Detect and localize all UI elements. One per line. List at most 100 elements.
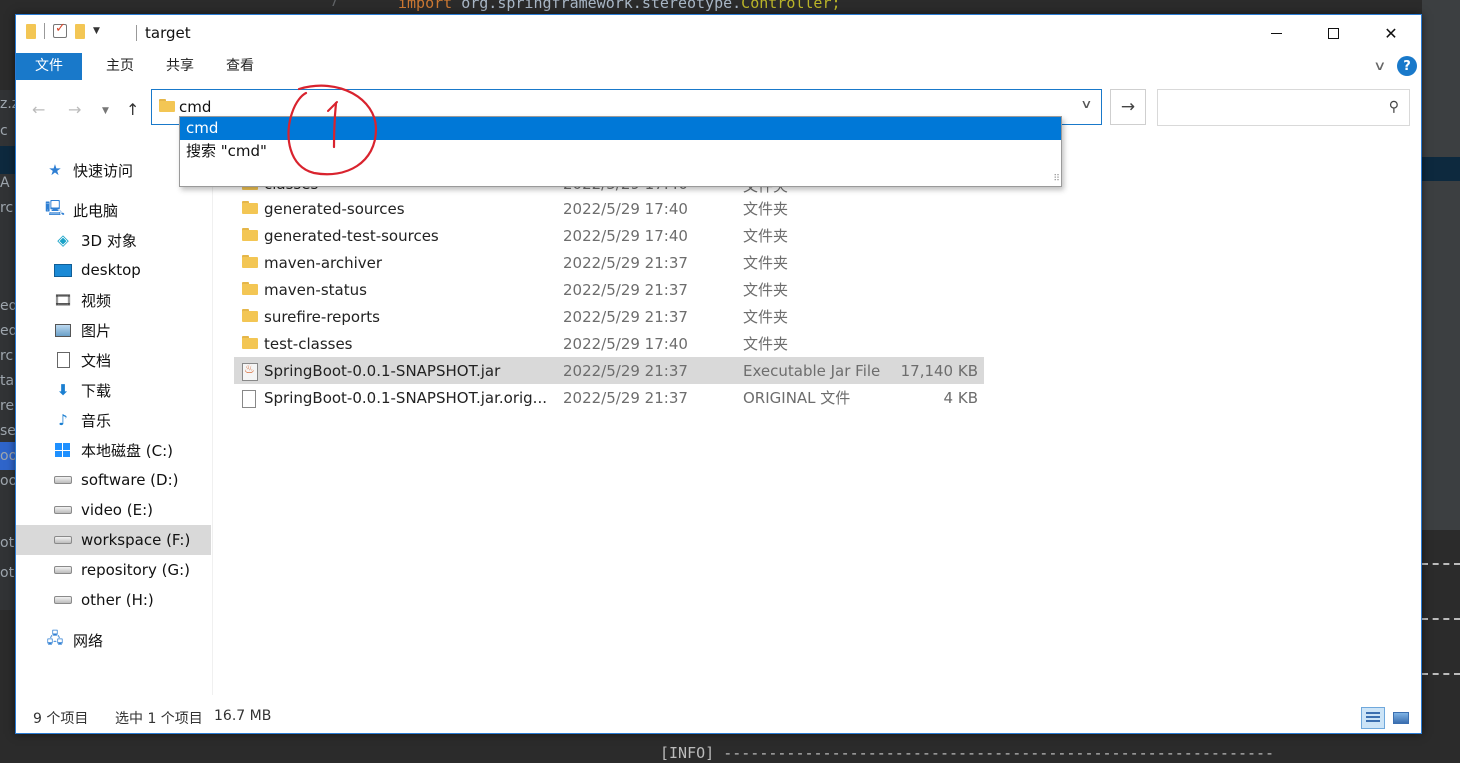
sidebar-item-drive-g[interactable]: repository (G:) [54, 555, 249, 585]
file-type: 文件夹 [743, 281, 789, 299]
sidebar-item-music[interactable]: ♪ 音乐 [54, 405, 249, 435]
sidebar-item-label: workspace (F:) [81, 531, 191, 549]
selected-size: 16.7 MB [214, 708, 272, 724]
ide-project-panel: z.z c A rc ed ed rc ta re se oo oo ot ot [0, 90, 19, 610]
file-date: 2022/5/29 17:40 [563, 199, 688, 218]
ide-code-line: 7 import org.springframework.stereotype.… [300, 0, 1180, 14]
details-view-button[interactable] [1361, 707, 1385, 729]
sidebar-item-documents[interactable]: 文档 [54, 345, 249, 375]
code-keyword: import [398, 0, 453, 12]
sidebar-item-3d-objects[interactable]: ◈ 3D 对象 [54, 225, 249, 255]
drive-icon [54, 472, 72, 488]
search-icon: ⚲ [1388, 99, 1399, 115]
search-input[interactable]: ⚲ [1157, 89, 1410, 126]
sidebar-item-drive-c[interactable]: 本地磁盘 (C:) [54, 435, 249, 465]
back-arrow-icon[interactable]: ← [32, 100, 45, 119]
list-item[interactable]: test-classes 2022/5/29 17:40 文件夹 [234, 330, 984, 357]
help-icon[interactable]: ? [1397, 56, 1417, 76]
ide-fragment: ta [0, 373, 15, 389]
sidebar-item-label: video (E:) [81, 501, 153, 519]
file-type: Executable Jar File [743, 361, 881, 380]
resize-grip-icon[interactable]: ⠿ [1053, 174, 1059, 184]
sidebar-item-videos[interactable]: 🎞 视频 [53, 285, 249, 315]
sidebar-item-label: 音乐 [81, 411, 112, 430]
close-button[interactable]: ✕ [1362, 15, 1420, 51]
video-icon: 🎞 [53, 291, 73, 309]
address-input[interactable]: cmd [179, 98, 211, 116]
sidebar-item-drive-h[interactable]: other (H:) [54, 585, 249, 615]
3d-objects-icon: ◈ [57, 231, 69, 249]
tab-file[interactable]: 文件 [16, 53, 82, 80]
folder-icon [242, 255, 258, 268]
drive-icon [54, 532, 72, 548]
star-icon: ★ [48, 161, 62, 179]
file-type: 文件夹 [743, 335, 789, 353]
computer-icon: 🖳 [45, 198, 66, 217]
minimize-button[interactable] [1247, 15, 1305, 51]
ide-fragment: rc [0, 200, 14, 216]
sidebar-item-label: desktop [81, 261, 141, 279]
sidebar-item-drive-d[interactable]: software (D:) [54, 465, 249, 495]
customize-toolbar-icon[interactable]: ▼ [93, 26, 100, 36]
drive-icon [54, 562, 72, 578]
sidebar-item-network[interactable]: 🖧 网络 [46, 625, 241, 655]
ribbon-tabs: 文件 主页 共享 查看 ∨ ? [16, 53, 1421, 80]
list-item[interactable]: generated-sources 2022/5/29 17:40 文件夹 [234, 195, 984, 222]
recent-locations-chevron-icon[interactable]: ▼ [102, 106, 109, 116]
address-dropdown-chevron-icon[interactable]: ∨ [1080, 97, 1092, 111]
sidebar-item-label: 本地磁盘 (C:) [81, 441, 173, 460]
list-item[interactable]: generated-test-sources 2022/5/29 17:40 文… [234, 222, 984, 249]
list-item[interactable]: SpringBoot-0.0.1-SNAPSHOT.jar.orig... 20… [234, 384, 984, 411]
ide-fragment: A [0, 175, 10, 191]
forward-arrow-icon[interactable]: → [68, 100, 81, 119]
music-icon: ♪ [58, 411, 68, 429]
sidebar-item-label: 快速访问 [73, 161, 134, 180]
go-button[interactable]: → [1110, 89, 1146, 125]
code-class: Controller; [741, 0, 841, 12]
autocomplete-item[interactable]: 搜索 "cmd" [180, 140, 1061, 163]
file-name: generated-test-sources [264, 226, 439, 245]
drive-icon [54, 592, 72, 608]
ide-fragment: ot [0, 535, 15, 551]
maximize-icon [1327, 27, 1339, 39]
list-item[interactable]: SpringBoot-0.0.1-SNAPSHOT.jar 2022/5/29 … [234, 357, 984, 384]
tab-view[interactable]: 查看 [210, 53, 270, 80]
sidebar-item-this-pc[interactable]: 🖳 此电脑 [45, 195, 241, 225]
list-item[interactable]: maven-archiver 2022/5/29 21:37 文件夹 [234, 249, 984, 276]
details-view-icon [1366, 712, 1380, 724]
ribbon-controls: ∨ ? [1374, 56, 1417, 76]
maximize-button[interactable] [1304, 15, 1362, 51]
large-icons-view-button[interactable] [1389, 707, 1413, 729]
file-icon [242, 390, 256, 408]
sidebar-item-downloads[interactable]: ⬇ 下载 [54, 375, 249, 405]
sidebar-item-drive-f[interactable]: workspace (F:) [16, 525, 211, 555]
up-arrow-icon[interactable]: ↑ [126, 100, 139, 119]
file-date: 2022/5/29 21:37 [563, 280, 688, 299]
folder-icon [26, 23, 36, 39]
file-name: SpringBoot-0.0.1-SNAPSHOT.jar [264, 361, 501, 380]
download-icon: ⬇ [56, 381, 70, 399]
list-item[interactable]: surefire-reports 2022/5/29 21:37 文件夹 [234, 303, 984, 330]
folder-icon [242, 309, 258, 322]
properties-icon[interactable] [53, 21, 67, 38]
new-folder-icon[interactable] [75, 23, 85, 39]
folder-icon [159, 99, 175, 112]
tab-share[interactable]: 共享 [150, 53, 210, 80]
file-type: 文件夹 [743, 227, 789, 245]
title-bar[interactable]: ▼ target ✕ [16, 15, 1421, 53]
sidebar-item-pictures[interactable]: 图片 [54, 315, 249, 345]
list-item[interactable]: maven-status 2022/5/29 21:37 文件夹 [234, 276, 984, 303]
tab-home[interactable]: 主页 [90, 53, 150, 80]
sidebar-item-label: 视频 [81, 291, 112, 310]
item-count: 9 个项目 [33, 711, 89, 727]
jar-icon [242, 362, 258, 381]
file-name: maven-status [264, 280, 367, 299]
close-icon: ✕ [1384, 23, 1398, 43]
expand-ribbon-chevron-icon[interactable]: ∨ [1374, 59, 1387, 74]
sidebar-item-desktop[interactable]: desktop [54, 255, 249, 285]
file-size: 4 KB [943, 388, 978, 407]
sidebar-item-drive-e[interactable]: video (E:) [54, 495, 249, 525]
code-package: org.springframework.stereotype. [452, 0, 742, 12]
autocomplete-item[interactable]: cmd [180, 117, 1061, 140]
sidebar-item-label: software (D:) [81, 471, 179, 489]
